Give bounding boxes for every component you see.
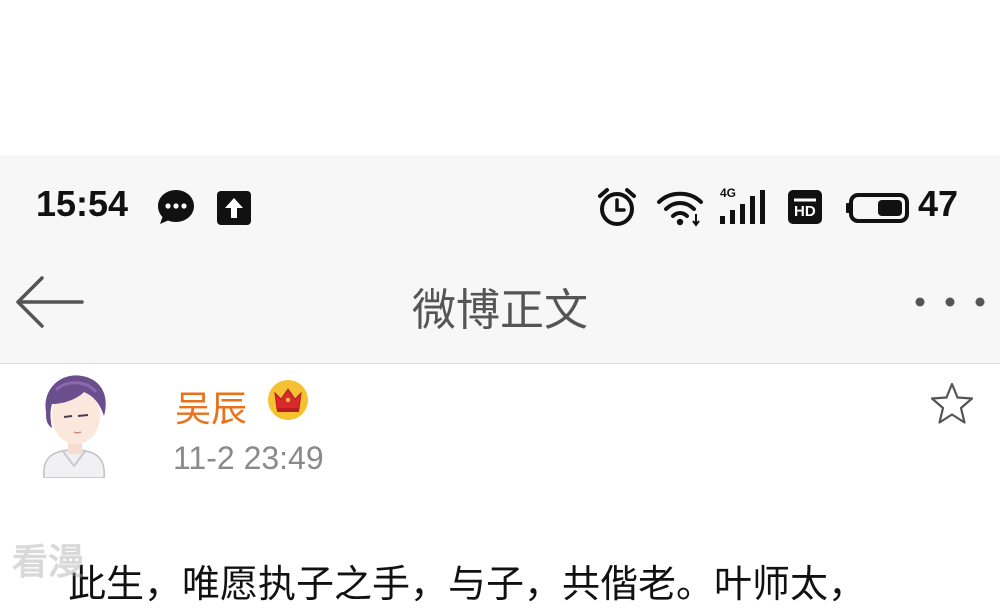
watermark: 看漫	[12, 542, 85, 583]
avatar[interactable]	[26, 370, 122, 478]
top-margin	[0, 0, 1000, 155]
star-icon	[930, 382, 974, 424]
wifi-icon	[657, 191, 703, 227]
battery-icon	[846, 193, 909, 223]
post-body-text: 此生，唯愿执子之手，与子，共偕老。叶师太，	[68, 562, 867, 606]
signal-icon: 4G	[718, 186, 768, 228]
more-dots-icon	[915, 297, 985, 307]
favorite-button[interactable]	[928, 380, 976, 428]
page-title: 微博正文	[412, 285, 588, 336]
post-time: 11-2 23:49	[173, 440, 324, 476]
hd-icon: HD	[786, 188, 824, 226]
author-name[interactable]: 吴辰	[175, 380, 247, 432]
crown-icon	[268, 380, 308, 420]
upload-icon	[217, 191, 251, 225]
alarm-icon	[598, 188, 636, 226]
chat-bubble-icon	[158, 190, 194, 224]
hd-label: HD	[794, 203, 816, 220]
more-button[interactable]	[910, 280, 990, 324]
battery-level: 47	[918, 183, 959, 224]
status-time: 15:54	[36, 183, 129, 224]
